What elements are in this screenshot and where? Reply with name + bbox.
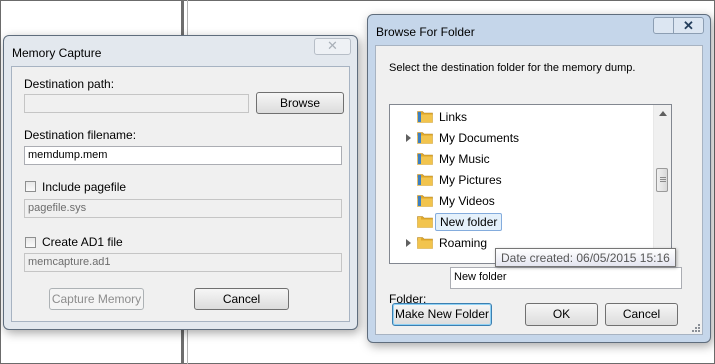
scroll-up-icon[interactable] bbox=[659, 111, 667, 116]
folder-name-field[interactable]: New folder bbox=[450, 267, 682, 289]
create-ad1-label: Create AD1 file bbox=[42, 235, 123, 249]
destination-path-label: Destination path: bbox=[24, 77, 115, 91]
tree-item[interactable]: My Videos bbox=[390, 191, 648, 211]
expand-arrow-icon[interactable] bbox=[406, 239, 411, 247]
folder-icon bbox=[417, 216, 433, 228]
memory-capture-window: Memory Capture ✕ Destination path: Brows… bbox=[3, 35, 358, 330]
include-pagefile-checkbox[interactable] bbox=[25, 181, 36, 192]
destination-filename-field[interactable]: memdump.mem bbox=[24, 146, 342, 165]
create-ad1-checkbox[interactable] bbox=[25, 237, 36, 248]
tree-item-label: Roaming bbox=[439, 236, 488, 250]
resize-grip-icon[interactable] bbox=[690, 322, 700, 332]
documents-folder-icon bbox=[417, 132, 433, 144]
ad1-field[interactable]: memcapture.ad1 bbox=[24, 253, 342, 272]
tree-item[interactable]: New folder bbox=[390, 212, 648, 232]
include-pagefile-label: Include pagefile bbox=[42, 180, 127, 194]
make-new-folder-button[interactable]: Make New Folder bbox=[392, 303, 492, 326]
close-icon[interactable]: ✕ bbox=[673, 17, 704, 34]
tree-item[interactable]: Links bbox=[390, 107, 648, 127]
browse-for-folder-titlebar[interactable]: Browse For Folder ✕ bbox=[368, 15, 710, 43]
memory-capture-title: Memory Capture bbox=[12, 46, 102, 60]
destination-path-field[interactable] bbox=[24, 94, 249, 113]
scroll-grip-line bbox=[660, 179, 666, 180]
scroll-thumb[interactable] bbox=[656, 168, 668, 192]
expand-arrow-icon[interactable] bbox=[406, 134, 411, 142]
cancel-button[interactable]: Cancel bbox=[194, 288, 289, 310]
memory-capture-titlebar[interactable]: Memory Capture ✕ bbox=[4, 36, 357, 64]
links-folder-icon bbox=[417, 111, 433, 123]
tree-item-label: My Videos bbox=[439, 194, 495, 208]
folder-tree[interactable]: Links My Documents My Music My Pictures My V… bbox=[389, 104, 672, 264]
music-folder-icon bbox=[417, 153, 433, 165]
browse-for-folder-window: Browse For Folder ✕ Select the destinati… bbox=[367, 14, 711, 343]
tree-item[interactable]: My Pictures bbox=[390, 170, 648, 190]
tree-item-label: Links bbox=[439, 110, 468, 124]
pictures-folder-icon bbox=[417, 174, 433, 186]
tree-item-label: My Documents bbox=[439, 131, 520, 145]
browse-button[interactable]: Browse bbox=[256, 92, 344, 114]
ok-button[interactable]: OK bbox=[525, 303, 598, 326]
instruction-text: Select the destination folder for the me… bbox=[389, 62, 636, 74]
browse-for-folder-title: Browse For Folder bbox=[376, 25, 475, 39]
memory-capture-client: Destination path: Browse Destination fil… bbox=[11, 66, 350, 322]
tree-item-label: New folder bbox=[435, 213, 503, 231]
scroll-grip-line bbox=[660, 177, 666, 178]
date-created-tooltip: Date created: 06/05/2015 15:16 bbox=[495, 248, 676, 267]
tree-scrollbar[interactable] bbox=[653, 105, 671, 263]
capture-memory-button[interactable]: Capture Memory bbox=[49, 288, 144, 310]
tree-item-label: My Music bbox=[439, 152, 490, 166]
close-icon[interactable]: ✕ bbox=[314, 38, 351, 55]
tree-item[interactable]: My Music bbox=[390, 149, 648, 169]
cancel-button[interactable]: Cancel bbox=[605, 303, 678, 326]
tree-item-label: My Pictures bbox=[439, 173, 502, 187]
pagefile-field[interactable]: pagefile.sys bbox=[24, 199, 342, 218]
tree-item[interactable]: My Documents bbox=[390, 128, 648, 148]
destination-filename-label: Destination filename: bbox=[24, 128, 137, 142]
folder-icon bbox=[417, 237, 433, 249]
minimize-button[interactable] bbox=[653, 17, 675, 34]
scroll-grip-line bbox=[660, 181, 666, 182]
videos-folder-icon bbox=[417, 195, 433, 207]
